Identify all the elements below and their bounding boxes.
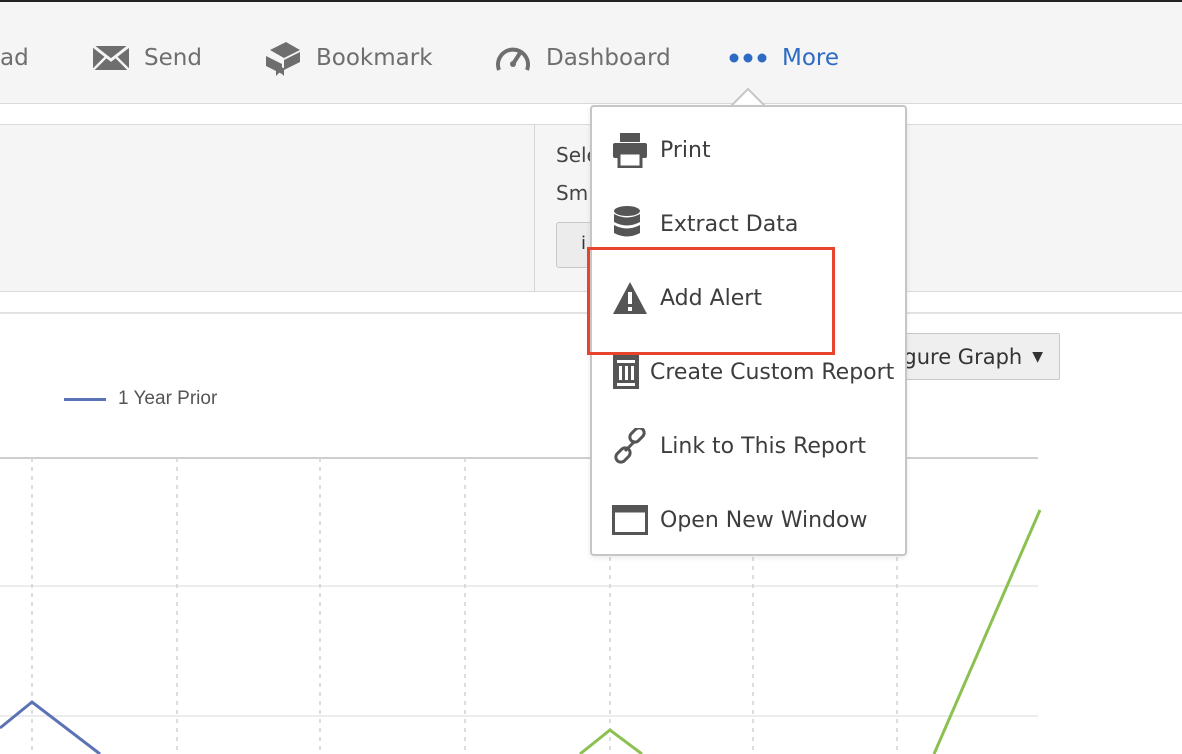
dashboard-label: Dashboard [546, 45, 671, 71]
legend-label-year-prior: 1 Year Prior [118, 388, 218, 409]
envelope-icon [92, 45, 130, 71]
menu-item-label: Print [660, 137, 711, 163]
menu-item-label: Link to This Report [660, 433, 867, 459]
more-button[interactable]: More [728, 38, 839, 78]
dashboard-button[interactable]: Dashboard [494, 38, 671, 78]
menu-item-link-to-report[interactable]: Link to This Report [612, 421, 892, 471]
menu-item-label: Add Alert [660, 285, 762, 311]
more-label: More [782, 45, 840, 71]
gauge-icon [494, 40, 532, 76]
menu-item-extract-data[interactable]: Extract Data [612, 199, 892, 249]
series-line-current [579, 728, 643, 754]
database-icon [612, 205, 650, 243]
more-dots-icon [728, 52, 768, 64]
panel-divider [534, 125, 535, 291]
menu-item-label: Open New Window [660, 507, 868, 533]
top-toolbar: ad Send Bookmark Dashboard More [0, 0, 1182, 104]
window-icon [612, 505, 650, 535]
menu-item-add-alert[interactable]: Add Alert [612, 273, 892, 323]
configure-graph-button[interactable]: gure Graph ▼ [880, 333, 1060, 380]
report-icon [612, 354, 640, 390]
download-button[interactable]: ad [0, 38, 29, 78]
series-line-year-prior [0, 700, 101, 754]
menu-item-print[interactable]: Print [612, 125, 892, 175]
bookmark-button[interactable]: Bookmark [264, 38, 433, 78]
panel-smoothing-label: Sm [556, 181, 589, 205]
chart-legend: 1 Year Prior [64, 388, 217, 410]
printer-icon [612, 132, 650, 168]
send-button[interactable]: Send [92, 38, 202, 78]
series-line-current [932, 509, 1042, 754]
more-dropdown-menu: Print Extract Data Add Alert Create Cust… [590, 105, 907, 556]
warning-icon [612, 281, 650, 315]
configure-graph-label: gure Graph [903, 344, 1023, 369]
link-icon [612, 428, 650, 464]
panel-button-label: i [581, 233, 587, 254]
menu-item-create-custom-report[interactable]: Create Custom Report [612, 347, 895, 397]
download-label: ad [0, 45, 29, 71]
bookmark-label: Bookmark [316, 45, 433, 71]
menu-item-label: Create Custom Report [650, 359, 895, 385]
send-label: Send [144, 45, 202, 71]
bookmark-icon [264, 40, 302, 76]
menu-item-label: Extract Data [660, 211, 799, 237]
caret-down-icon: ▼ [1032, 348, 1043, 365]
legend-swatch-year-prior [64, 397, 106, 401]
menu-item-open-new-window[interactable]: Open New Window [612, 495, 892, 545]
